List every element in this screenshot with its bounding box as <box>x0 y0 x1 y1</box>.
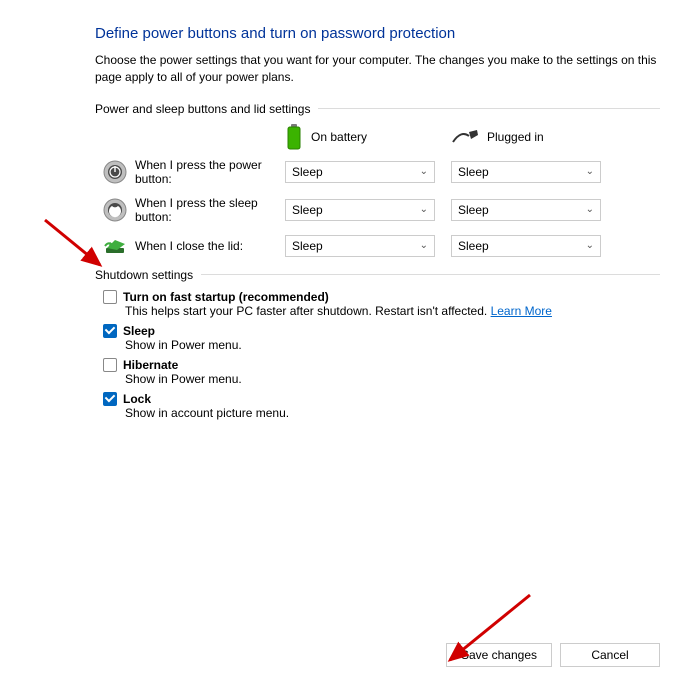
fast-startup-desc: This helps start your PC faster after sh… <box>125 304 491 318</box>
chevron-down-icon: ⌄ <box>420 166 428 177</box>
select-value: Sleep <box>292 203 323 217</box>
lid-row: When I close the lid: Sleep ⌄ Sleep ⌄ <box>95 234 660 258</box>
sleep-title: Sleep <box>123 324 155 338</box>
section-shutdown-label: Shutdown settings <box>95 268 193 282</box>
buttons-section-header: Power and sleep buttons and lid settings <box>95 102 660 116</box>
cancel-button[interactable]: Cancel <box>560 643 660 667</box>
divider <box>318 108 660 109</box>
select-value: Sleep <box>458 203 489 217</box>
column-headers: On battery Plugged in <box>285 124 660 150</box>
power-button-plugged-select[interactable]: Sleep ⌄ <box>451 161 601 183</box>
fast-startup-checkbox[interactable] <box>103 290 117 304</box>
on-battery-label: On battery <box>311 130 367 144</box>
lid-icon <box>103 234 127 258</box>
chevron-down-icon: ⌄ <box>586 240 594 251</box>
plug-icon <box>451 128 479 146</box>
power-button-row: When I press the power button: Sleep ⌄ S… <box>95 158 660 186</box>
chevron-down-icon: ⌄ <box>420 240 428 251</box>
lock-title: Lock <box>123 392 151 406</box>
sleep-button-battery-select[interactable]: Sleep ⌄ <box>285 199 435 221</box>
power-button-label: When I press the power button: <box>135 158 285 186</box>
lock-desc: Show in account picture menu. <box>125 406 660 420</box>
fast-startup-title: Turn on fast startup (recommended) <box>123 290 329 304</box>
page-title: Define power buttons and turn on passwor… <box>95 25 660 42</box>
hibernate-title: Hibernate <box>123 358 178 372</box>
save-changes-button[interactable]: Save changes <box>446 643 552 667</box>
lid-battery-select[interactable]: Sleep ⌄ <box>285 235 435 257</box>
sleep-button-label: When I press the sleep button: <box>135 196 285 224</box>
fast-startup-option: Turn on fast startup (recommended) This … <box>103 290 660 318</box>
chevron-down-icon: ⌄ <box>586 204 594 215</box>
select-value: Sleep <box>292 239 323 253</box>
lid-label: When I close the lid: <box>135 239 285 253</box>
chevron-down-icon: ⌄ <box>420 204 428 215</box>
plugged-in-label: Plugged in <box>487 130 544 144</box>
power-button-icon <box>103 160 127 184</box>
battery-icon <box>285 124 303 150</box>
page-description: Choose the power settings that you want … <box>95 52 660 86</box>
select-value: Sleep <box>458 165 489 179</box>
shutdown-section-header: Shutdown settings <box>95 268 660 282</box>
sleep-button-plugged-select[interactable]: Sleep ⌄ <box>451 199 601 221</box>
lock-checkbox[interactable] <box>103 392 117 406</box>
power-button-battery-select[interactable]: Sleep ⌄ <box>285 161 435 183</box>
lid-plugged-select[interactable]: Sleep ⌄ <box>451 235 601 257</box>
sleep-option: Sleep Show in Power menu. <box>103 324 660 352</box>
learn-more-link[interactable]: Learn More <box>491 304 552 318</box>
lock-option: Lock Show in account picture menu. <box>103 392 660 420</box>
hibernate-checkbox[interactable] <box>103 358 117 372</box>
section-buttons-label: Power and sleep buttons and lid settings <box>95 102 310 116</box>
sleep-button-row: When I press the sleep button: Sleep ⌄ S… <box>95 196 660 224</box>
divider <box>201 274 660 275</box>
sleep-desc: Show in Power menu. <box>125 338 660 352</box>
hibernate-option: Hibernate Show in Power menu. <box>103 358 660 386</box>
select-value: Sleep <box>458 239 489 253</box>
hibernate-desc: Show in Power menu. <box>125 372 660 386</box>
chevron-down-icon: ⌄ <box>586 166 594 177</box>
sleep-checkbox[interactable] <box>103 324 117 338</box>
select-value: Sleep <box>292 165 323 179</box>
sleep-button-icon <box>103 198 127 222</box>
